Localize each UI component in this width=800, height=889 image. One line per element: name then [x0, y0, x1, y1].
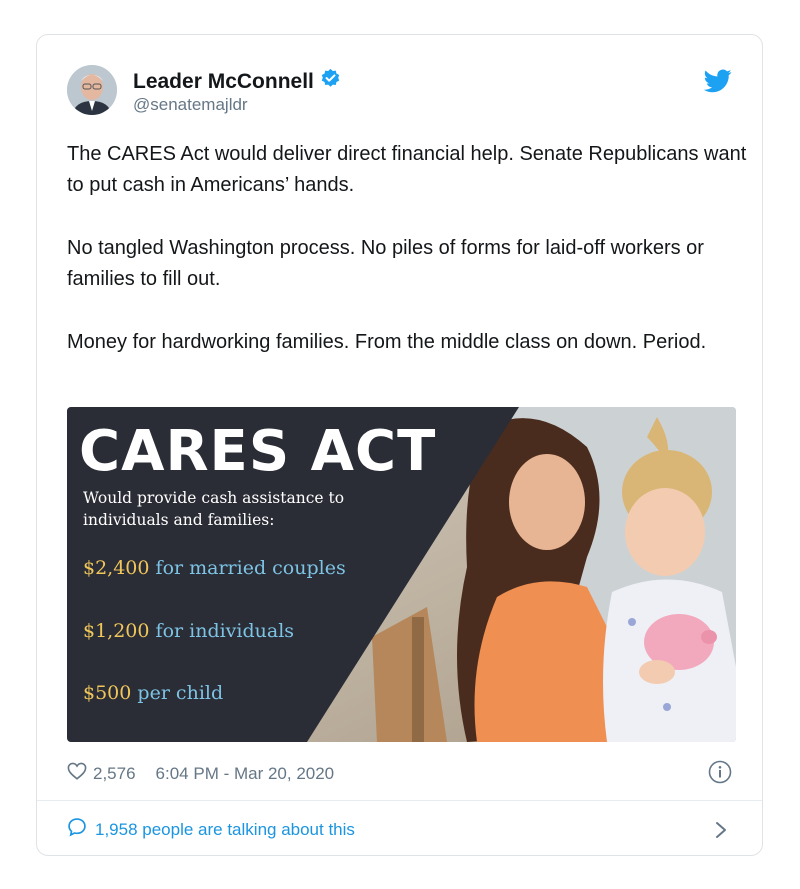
- divider: [37, 800, 762, 801]
- like-count[interactable]: 2,576: [93, 764, 136, 784]
- media-title: CARES ACT: [79, 419, 437, 484]
- author-handle[interactable]: @senatemajldr: [133, 95, 248, 115]
- author-name[interactable]: Leader McConnell: [133, 68, 341, 95]
- tweet-text: The CARES Act would deliver direct finan…: [67, 139, 747, 390]
- assistance-label: for married couples: [155, 557, 346, 579]
- assistance-amount: $2,400: [83, 557, 150, 579]
- tweet-paragraph: Money for hardworking families. From the…: [67, 331, 707, 353]
- tweet-card: Leader McConnell @senatemajldr The CARES…: [36, 34, 763, 856]
- tweet-meta: 2,576 6:04 PM - Mar 20, 2020: [67, 762, 334, 785]
- tweet-paragraph: The CARES Act would deliver direct finan…: [67, 143, 747, 196]
- assistance-item: $2,400 for married couples: [83, 557, 346, 579]
- assistance-amount: $1,200: [83, 620, 150, 642]
- tweet-paragraph: No tangled Washington process. No piles …: [67, 237, 704, 290]
- tweet-timestamp[interactable]: 6:04 PM - Mar 20, 2020: [156, 764, 335, 784]
- assistance-item: $500 per child: [83, 682, 223, 704]
- tweet-media-image[interactable]: CARES ACT Would provide cash assistance …: [67, 407, 736, 742]
- assistance-label: per child: [137, 682, 224, 704]
- assistance-label: for individuals: [155, 620, 295, 642]
- conversation-link[interactable]: 1,958 people are talking about this: [67, 817, 355, 842]
- media-subtitle: Would provide cash assistance to individ…: [83, 489, 345, 529]
- avatar[interactable]: [67, 65, 117, 115]
- twitter-bird-icon[interactable]: [703, 69, 732, 93]
- conversation-count: 1,958 people are talking about this: [95, 819, 355, 839]
- speech-bubble-icon: [67, 817, 87, 842]
- assistance-amount: $500: [83, 682, 132, 704]
- verified-badge-icon: [320, 68, 341, 95]
- author-name-text: Leader McConnell: [133, 69, 314, 93]
- assistance-item: $1,200 for individuals: [83, 620, 294, 642]
- chevron-right-icon[interactable]: [714, 820, 728, 840]
- heart-icon[interactable]: [67, 762, 87, 785]
- info-icon[interactable]: [708, 760, 732, 784]
